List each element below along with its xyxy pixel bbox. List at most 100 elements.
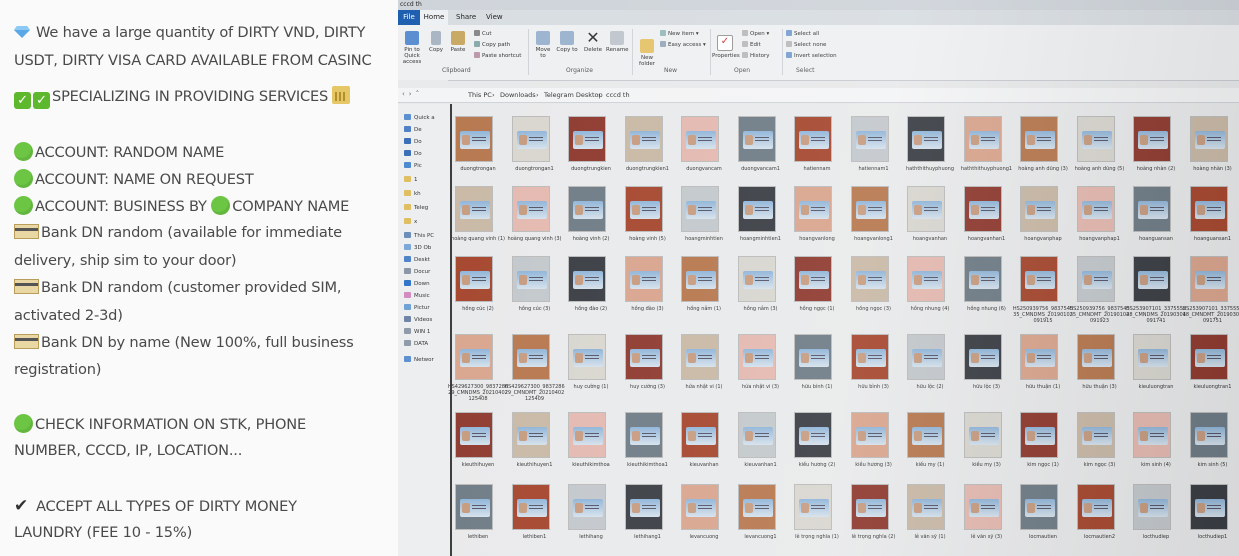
nav-item[interactable]: 1 <box>404 176 418 183</box>
file-tile[interactable]: hữu thuận (3) <box>1075 326 1131 396</box>
file-tile[interactable]: hoangvanphap <box>1018 178 1074 248</box>
file-tile[interactable]: kim ngọc (1) <box>1018 404 1074 474</box>
file-tile[interactable]: hoàng vinh (5) <box>623 178 679 248</box>
file-tile[interactable]: huy cường (3) <box>623 326 679 396</box>
nav-item[interactable]: Quick a <box>404 114 435 121</box>
file-tile[interactable]: lethihang1 <box>623 476 679 546</box>
file-tile[interactable]: HS429627300_983728629_CMNDMS_20210402125… <box>448 326 509 402</box>
file-tile[interactable]: duongtrongan1 <box>510 108 566 178</box>
file-tile[interactable]: lethihang <box>566 476 622 546</box>
file-tile[interactable]: lethiben <box>453 476 509 546</box>
file-tile[interactable]: hoangvanlong1 <box>849 178 905 248</box>
file-tile[interactable]: lethiben1 <box>510 476 566 546</box>
select-all-button[interactable]: Select all <box>786 30 819 37</box>
tab-file[interactable]: File <box>398 10 420 25</box>
file-tile[interactable]: kieuthihuyen1 <box>510 404 566 474</box>
breadcrumb-telegram[interactable]: Telegram Desktop <box>544 91 603 99</box>
file-tile[interactable]: hồng nhung (6) <box>962 248 1018 318</box>
nav-item[interactable]: Docur <box>404 268 430 275</box>
file-tile[interactable]: kim sinh (5) <box>1188 404 1239 474</box>
file-tile[interactable]: hoàng anh dũng (3) <box>1018 108 1074 178</box>
file-tile[interactable]: kieuluongtran1 <box>1188 326 1239 396</box>
file-tile[interactable]: hoàng anh dũng (5) <box>1075 108 1131 178</box>
file-tile[interactable]: hữu lộc (2) <box>905 326 961 396</box>
file-tile[interactable]: hữu thuận (1) <box>1018 326 1074 396</box>
file-tile[interactable]: locthudiep1 <box>1188 476 1239 546</box>
file-tile[interactable]: hoangvanhan1 <box>962 178 1018 248</box>
file-tile[interactable]: hứa nhật vi (1) <box>679 326 735 396</box>
file-tile[interactable]: kiều my (3) <box>962 404 1018 474</box>
file-tile[interactable]: hữu bình (3) <box>849 326 905 396</box>
file-tile[interactable]: hồng đào (2) <box>566 248 622 318</box>
nav-item[interactable]: Teleg <box>404 204 428 211</box>
nav-item[interactable]: Networ <box>404 356 434 363</box>
file-tile[interactable]: locthudiep <box>1131 476 1187 546</box>
tab-view[interactable]: View <box>486 10 503 25</box>
file-tile[interactable]: kim ngọc (3) <box>1075 404 1131 474</box>
file-tile[interactable]: hoàng vinh (2) <box>566 178 622 248</box>
file-tile[interactable]: hoangminhtien <box>679 178 735 248</box>
nav-item[interactable]: Videos <box>404 316 432 323</box>
file-tile[interactable]: huy cường (1) <box>566 326 622 396</box>
file-tile[interactable]: kiều my (1) <box>905 404 961 474</box>
file-tile[interactable]: kiều hương (2) <box>792 404 848 474</box>
copy-path-button[interactable]: Copy path <box>474 41 510 48</box>
nav-item[interactable]: De <box>404 126 422 133</box>
new-folder-button[interactable]: New folder <box>636 39 658 67</box>
file-tile[interactable]: haththithuyphuong1 <box>961 108 1018 178</box>
easy-access-button[interactable]: Easy access ▾ <box>660 41 706 48</box>
file-tile[interactable]: duongtrungkien1 <box>623 108 679 178</box>
file-tile[interactable]: kieuvanhan <box>679 404 735 474</box>
file-tile[interactable]: hoàng nhàn (2) <box>1131 108 1187 178</box>
file-tile[interactable]: hoangvanlong <box>792 178 848 248</box>
nav-item[interactable]: Pic <box>404 162 422 169</box>
file-tile[interactable]: hồng cúc (2) <box>453 248 509 318</box>
file-tile[interactable]: hồng đào (3) <box>623 248 679 318</box>
file-tile[interactable]: kieuthihuyen <box>453 404 509 474</box>
file-tile[interactable]: hoàng nhàn (3) <box>1188 108 1239 178</box>
properties-button[interactable]: ✓ Properties <box>712 35 740 59</box>
tab-share[interactable]: Share <box>456 10 476 25</box>
copy-to-button[interactable]: Copy to <box>556 31 578 53</box>
file-tile[interactable]: HS429627300_983728629_CMNDMT_20210402125… <box>504 326 566 402</box>
breadcrumb-this-pc[interactable]: This PC <box>468 91 492 99</box>
nav-arrows-icon[interactable]: ‹›˄ <box>402 90 423 98</box>
file-tile[interactable]: kieuthikimthoa1 <box>623 404 679 474</box>
file-tile[interactable]: levancuong <box>679 476 735 546</box>
file-tile[interactable]: kieuthikimthoa <box>566 404 622 474</box>
file-tile[interactable]: locmautien <box>1018 476 1074 546</box>
file-tile[interactable]: HS250939756_983754535_CMNDMS_20190102091… <box>1013 248 1074 324</box>
file-tile[interactable]: locmautien2 <box>1075 476 1131 546</box>
paste-button[interactable]: Paste <box>448 31 468 53</box>
rename-button[interactable]: Rename <box>606 31 629 53</box>
edit-button[interactable]: Edit <box>742 41 761 48</box>
paste-shortcut-button[interactable]: Paste shortcut <box>474 52 521 59</box>
new-item-button[interactable]: New item ▾ <box>660 30 699 37</box>
file-tile[interactable]: hoàng quang vinh (3) <box>508 178 566 248</box>
file-tile[interactable]: hữu bình (1) <box>792 326 848 396</box>
nav-item[interactable]: 3D Ob <box>404 244 431 251</box>
nav-item[interactable]: Music <box>404 292 430 299</box>
file-tile[interactable]: hồng ngọc (1) <box>792 248 848 318</box>
copy-button[interactable]: Copy <box>428 31 444 53</box>
breadcrumb-current[interactable]: cccd th <box>606 91 630 99</box>
file-tile[interactable]: hồng ngọc (3) <box>849 248 905 318</box>
file-tile[interactable]: lê văn sỹ (3) <box>962 476 1018 546</box>
file-tile[interactable]: hatiennam <box>792 108 848 178</box>
file-tile[interactable]: hứa nhật vi (3) <box>736 326 792 396</box>
pin-quick-access-button[interactable]: Pin to Quick access <box>398 31 426 65</box>
file-tile[interactable]: hồng nắm (1) <box>679 248 735 318</box>
file-tile[interactable]: HS253907101_337555248_CMNDMT_20190301091… <box>1182 248 1239 324</box>
file-tile[interactable]: hoangvanhan <box>905 178 961 248</box>
file-tile[interactable]: lê trọng nghĩa (2) <box>849 476 905 546</box>
file-tile[interactable]: kieuluongtran <box>1131 326 1187 396</box>
file-tile[interactable]: hoangminhtien1 <box>736 178 792 248</box>
move-to-button[interactable]: Move to <box>532 31 554 59</box>
file-tile[interactable]: HS253907101_337555248_CMNDMS_20190301091… <box>1126 248 1187 324</box>
select-none-button[interactable]: Select none <box>786 41 826 48</box>
file-tile[interactable]: kiều hương (3) <box>849 404 905 474</box>
file-tile[interactable]: lê trọng nghĩa (1) <box>792 476 848 546</box>
file-tile[interactable]: duongtrongan <box>453 108 509 178</box>
nav-item[interactable]: x <box>404 218 417 225</box>
file-tile[interactable]: hồng nắm (3) <box>736 248 792 318</box>
